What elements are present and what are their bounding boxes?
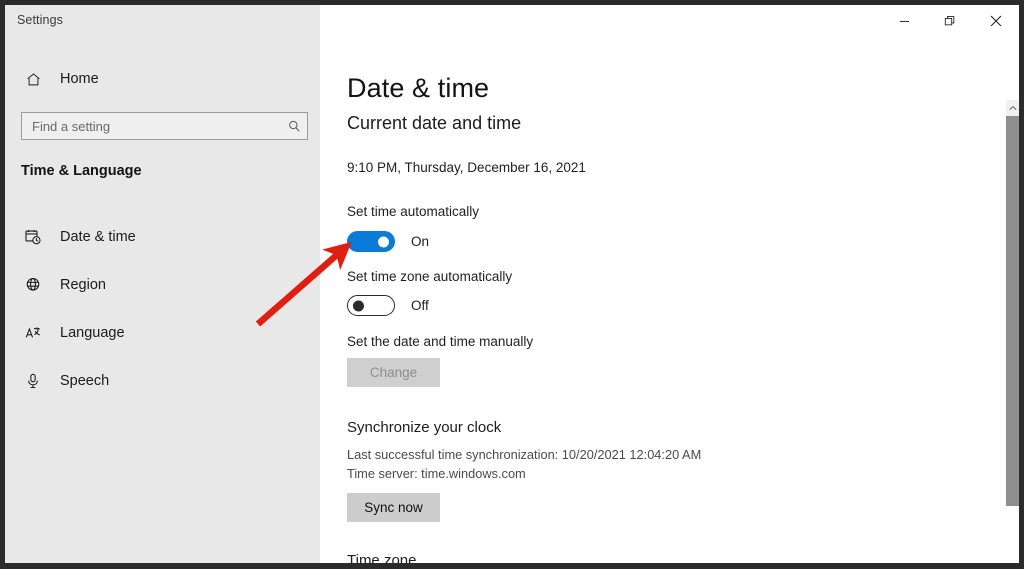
sidebar-item-date-time[interactable]: Date & time xyxy=(15,213,310,261)
last-sync-text: Last successful time synchronization: 10… xyxy=(347,447,702,462)
sidebar-item-home-label: Home xyxy=(60,71,99,87)
minimize-button[interactable] xyxy=(881,5,927,37)
sidebar-item-language-label: Language xyxy=(60,325,125,341)
window-body: Settings Home Find a setting Time & Lang… xyxy=(5,5,1019,563)
sidebar-nav-list: Date & time Region Language Speech xyxy=(15,213,310,405)
scrollbar-thumb[interactable] xyxy=(1006,116,1019,506)
sidebar-item-language[interactable]: Language xyxy=(15,309,310,357)
change-button[interactable]: Change xyxy=(347,358,440,387)
current-date-time-value: 9:10 PM, Thursday, December 16, 2021 xyxy=(347,160,586,175)
synchronize-heading: Synchronize your clock xyxy=(347,419,502,436)
set-timezone-automatically-state: Off xyxy=(411,298,429,313)
calendar-clock-icon xyxy=(23,227,43,247)
toggle-knob xyxy=(378,236,389,247)
timezone-heading: Time zone xyxy=(347,552,417,563)
toggle-knob xyxy=(353,300,364,311)
sidebar-item-region-label: Region xyxy=(60,277,106,293)
sidebar-section-title: Time & Language xyxy=(21,163,142,179)
close-button[interactable] xyxy=(973,5,1019,37)
home-icon xyxy=(23,69,43,89)
current-date-time-heading: Current date and time xyxy=(347,113,522,133)
sidebar-item-speech[interactable]: Speech xyxy=(15,357,310,405)
settings-window: Settings Home Find a setting Time & Lang… xyxy=(0,0,1024,569)
search-input[interactable] xyxy=(22,113,281,139)
sidebar-item-region[interactable]: Region xyxy=(15,261,310,309)
vertical-scrollbar[interactable] xyxy=(1006,45,1019,563)
set-manually-label: Set the date and time manually xyxy=(347,334,534,349)
main-content: Date & time Current date and time 9:10 P… xyxy=(320,5,1019,563)
window-title: Settings xyxy=(17,13,63,27)
search-icon xyxy=(281,119,307,134)
sidebar: Settings Home Find a setting Time & Lang… xyxy=(5,5,320,563)
set-time-automatically-label: Set time automatically xyxy=(347,204,480,219)
globe-icon xyxy=(23,275,43,295)
set-timezone-automatically-label: Set time zone automatically xyxy=(347,269,513,284)
search-box[interactable] xyxy=(21,112,308,140)
set-timezone-automatically-row: Off xyxy=(347,295,429,316)
set-time-automatically-toggle[interactable] xyxy=(347,231,395,252)
sidebar-item-speech-label: Speech xyxy=(60,373,110,389)
set-time-automatically-state: On xyxy=(411,234,430,249)
set-timezone-automatically-toggle[interactable] xyxy=(347,295,395,316)
chevron-up-icon[interactable] xyxy=(1006,100,1019,116)
page-title: Date & time xyxy=(347,73,490,104)
sidebar-item-home[interactable]: Home xyxy=(15,63,305,95)
time-server-text: Time server: time.windows.com xyxy=(347,466,526,481)
language-icon xyxy=(23,323,43,343)
sidebar-item-date-time-label: Date & time xyxy=(60,229,136,245)
sync-now-button[interactable]: Sync now xyxy=(347,493,440,522)
set-time-automatically-row: On xyxy=(347,231,429,252)
restore-button[interactable] xyxy=(927,5,973,37)
window-controls xyxy=(881,5,1019,37)
microphone-icon xyxy=(23,371,43,391)
